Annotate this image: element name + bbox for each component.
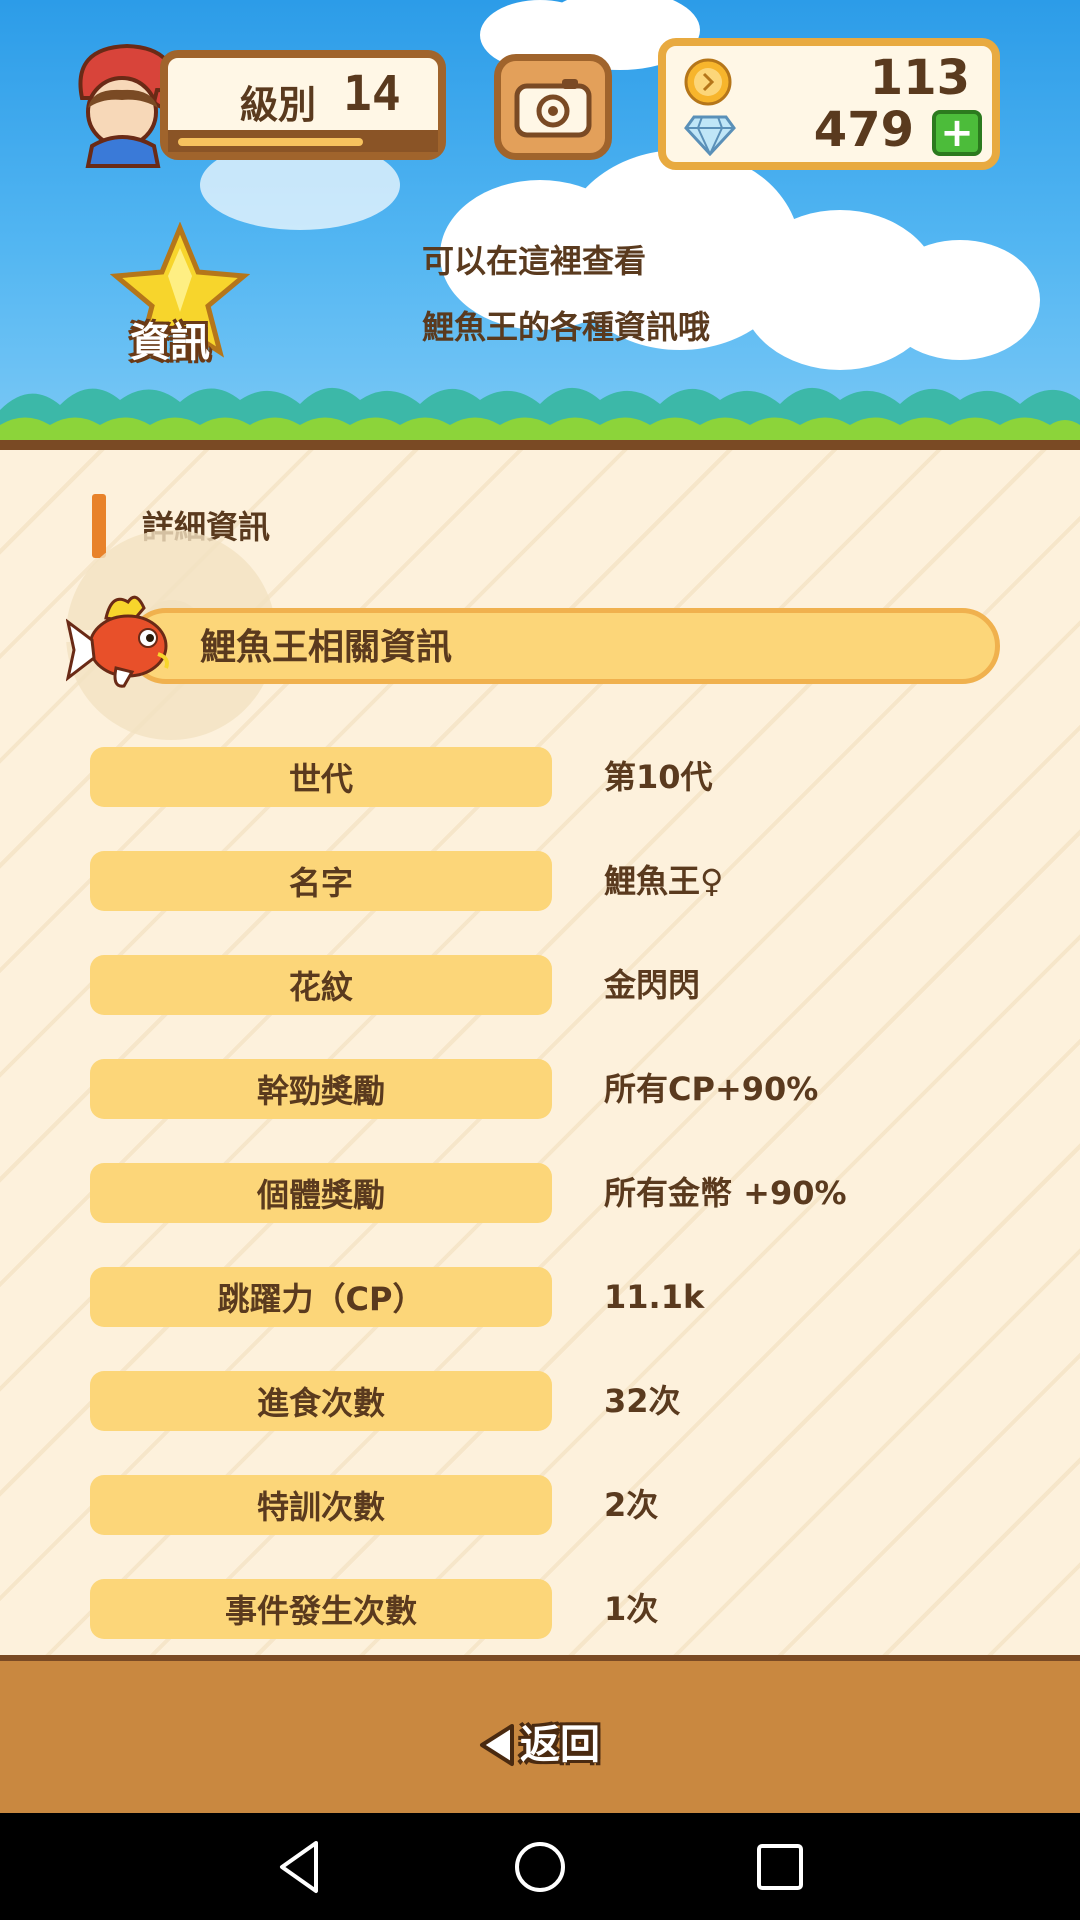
row-value: 所有CP+90% bbox=[604, 1070, 819, 1108]
info-text-line2: 鯉魚王的各種資訊哦 bbox=[422, 308, 711, 346]
info-text-line1: 可以在這裡查看 bbox=[422, 242, 647, 280]
currency-panel: 113 479 + bbox=[658, 38, 1000, 170]
system-nav-bar bbox=[0, 1813, 1080, 1920]
section-accent-bar bbox=[92, 494, 106, 558]
cloud bbox=[880, 240, 1040, 360]
row-label: 進食次數 bbox=[90, 1371, 552, 1431]
level-progress-fill bbox=[178, 138, 363, 146]
header-divider bbox=[0, 440, 1080, 450]
row-label: 名字 bbox=[90, 851, 552, 911]
row-label: 幹勁獎勵 bbox=[90, 1059, 552, 1119]
row-value: 11.1k bbox=[604, 1278, 705, 1316]
row-label: 花紋 bbox=[90, 955, 552, 1015]
triangle-back-icon[interactable] bbox=[268, 1835, 332, 1899]
pokemon-banner-title: 鯉魚王相關資訊 bbox=[200, 627, 453, 668]
row-label: 事件發生次數 bbox=[90, 1579, 552, 1639]
row-value: 鯉魚王♀ bbox=[604, 862, 724, 900]
back-button[interactable]: 返回 bbox=[478, 1719, 608, 1771]
details-panel: 詳細資訊 鯉魚王相關資訊 世代 第10代 名字 鯉魚王♀ 花紋 金閃閃 幹勁獎勵 所有CP+9… bbox=[0, 450, 1080, 1655]
row-label: 世代 bbox=[90, 747, 552, 807]
level-value: 14 bbox=[343, 66, 401, 122]
header-area: 級別 14 113 479 + 資訊 可以在這裡查看 鯉魚王的各種資訊哦 bbox=[0, 0, 1080, 450]
row-value: 金閃閃 bbox=[604, 966, 701, 1004]
row-label: 跳躍力（CP） bbox=[90, 1267, 552, 1327]
row-value: 所有金幣 +90% bbox=[604, 1174, 847, 1212]
badge-label: 資訊 bbox=[130, 320, 210, 366]
plus-icon: + bbox=[940, 110, 974, 156]
level-label: 級別 bbox=[240, 83, 317, 127]
row-label: 個體獎勵 bbox=[90, 1163, 552, 1223]
camera-button[interactable] bbox=[494, 54, 612, 160]
square-recents-icon[interactable] bbox=[748, 1835, 812, 1899]
diamond-icon bbox=[684, 115, 736, 156]
level-panel: 級別 14 bbox=[160, 50, 446, 160]
level-progress-track bbox=[168, 130, 438, 152]
row-value: 第10代 bbox=[604, 758, 713, 796]
coin-count: 113 bbox=[869, 50, 970, 106]
row-label: 特訓次數 bbox=[90, 1475, 552, 1535]
grass-hills bbox=[0, 387, 1080, 450]
coin-icon bbox=[684, 58, 732, 106]
back-label: 返回 bbox=[520, 1722, 600, 1768]
camera-icon bbox=[514, 79, 592, 138]
circle-home-icon[interactable] bbox=[508, 1835, 572, 1899]
row-value: 1次 bbox=[604, 1590, 659, 1628]
back-arrow-icon bbox=[480, 1724, 514, 1766]
add-gems-button[interactable]: + bbox=[932, 110, 982, 156]
row-value: 2次 bbox=[604, 1486, 659, 1524]
bottom-bar: 返回 bbox=[0, 1655, 1080, 1813]
row-value: 32次 bbox=[604, 1382, 681, 1420]
magikarp-icon bbox=[66, 595, 169, 688]
gem-count: 479 bbox=[813, 102, 914, 158]
